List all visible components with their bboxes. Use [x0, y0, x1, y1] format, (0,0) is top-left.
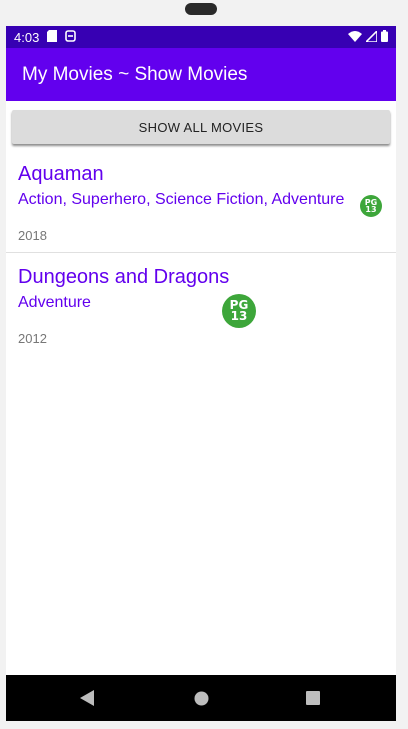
pg13-rating-icon: PG 13	[360, 195, 382, 217]
movie-year: 2012	[18, 331, 47, 346]
movie-year: 2018	[18, 228, 47, 243]
status-time: 4:03	[14, 29, 40, 45]
back-icon[interactable]	[67, 675, 107, 721]
movie-list-item[interactable]: Aquaman Action, Superhero, Science Ficti…	[6, 151, 396, 253]
app-title: My Movies ~ Show Movies	[22, 63, 248, 85]
movie-list-item[interactable]: Dungeons and Dragons Adventure PG 13 201…	[6, 254, 396, 356]
status-bar: 4:03	[6, 26, 396, 48]
device-speaker	[185, 3, 217, 15]
navigation-bar	[6, 675, 396, 721]
rating-bottom: 13	[365, 205, 377, 214]
pg13-rating-icon: PG 13	[222, 294, 256, 328]
app-bar: My Movies ~ Show Movies	[6, 48, 396, 101]
recents-icon[interactable]	[293, 675, 333, 721]
sd-card-icon	[47, 29, 58, 45]
home-icon[interactable]	[181, 675, 221, 721]
device-frame: 4:03 My Movies ~ Show Movies SHOW ALL MO…	[0, 0, 408, 729]
movie-title: Aquaman	[18, 163, 104, 185]
rating-bottom: 13	[230, 309, 248, 323]
status-right	[348, 28, 388, 45]
movie-genres: Adventure	[18, 294, 91, 311]
show-all-movies-button[interactable]: SHOW ALL MOVIES	[12, 110, 390, 144]
battery-icon	[381, 29, 388, 45]
phone-screen: 4:03 My Movies ~ Show Movies SHOW ALL MO…	[6, 26, 396, 721]
notification-icon	[65, 29, 77, 45]
signal-icon	[364, 28, 378, 45]
status-left: 4:03	[14, 29, 77, 45]
movie-genres: Action, Superhero, Science Fiction, Adve…	[18, 191, 345, 208]
wifi-icon	[348, 30, 362, 45]
movie-title: Dungeons and Dragons	[18, 266, 230, 288]
